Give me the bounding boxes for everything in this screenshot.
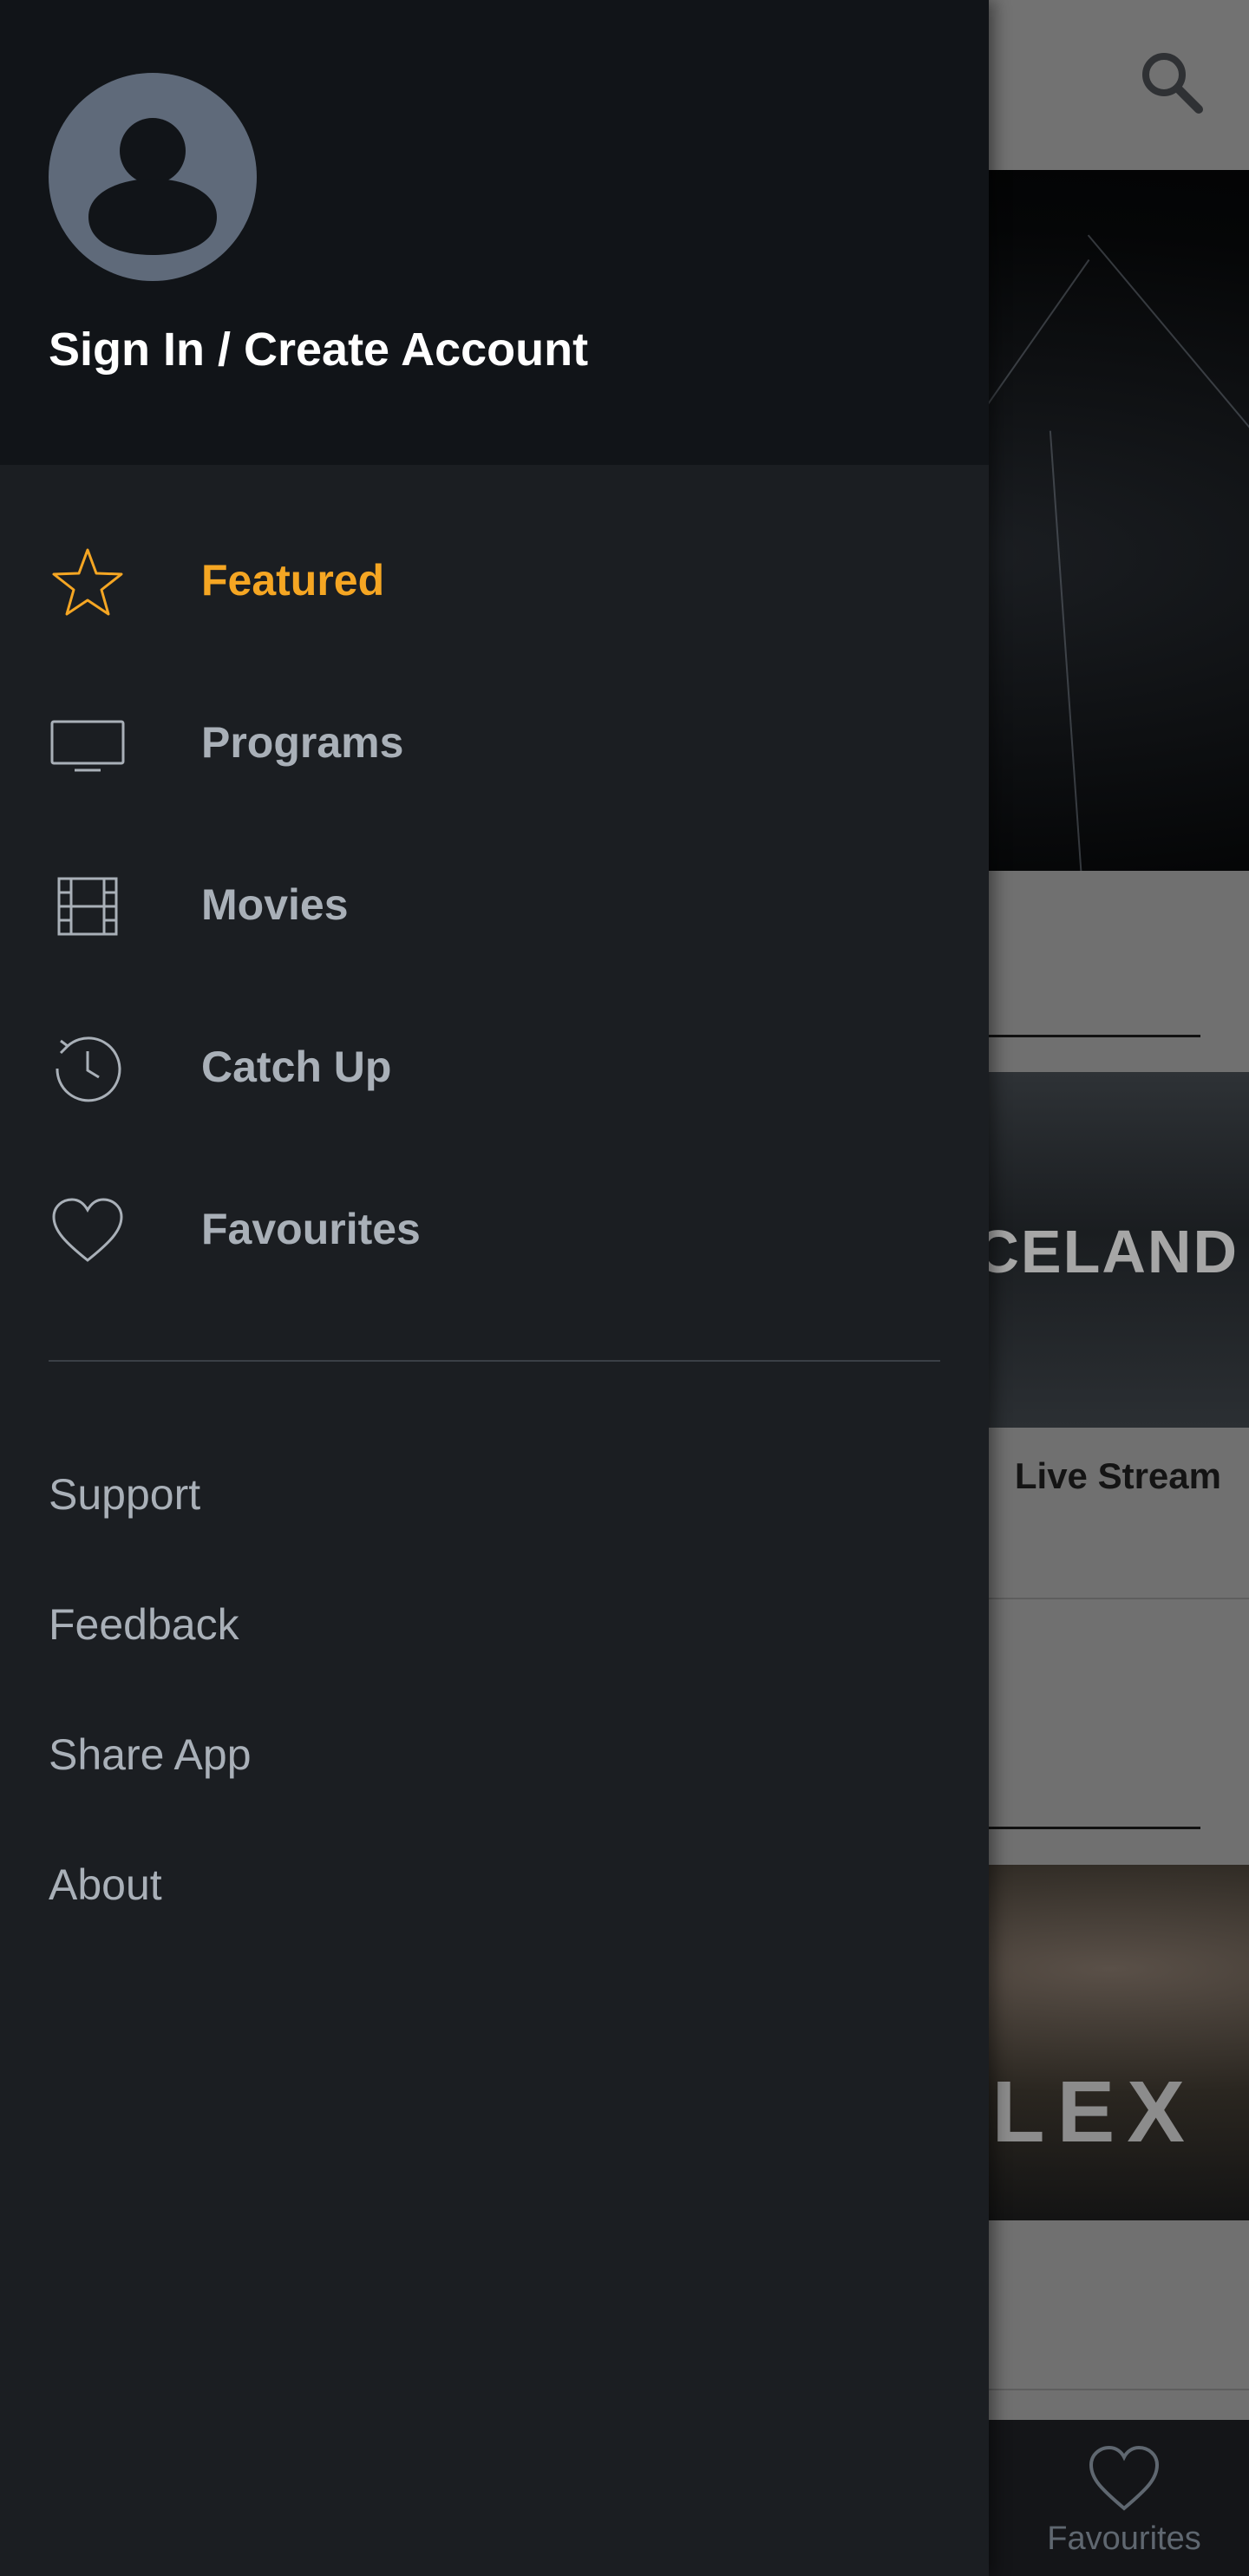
search-icon[interactable]: [1135, 45, 1207, 118]
drawer-header[interactable]: Sign In / Create Account: [0, 0, 989, 465]
card-divider-2: [989, 2389, 1249, 2390]
section-underline-2: [989, 1827, 1200, 1829]
link-label-feedback: Feedback: [49, 1600, 239, 1649]
navigation-drawer: Sign In / Create Account Featured Progra…: [0, 0, 989, 2576]
show-card-title: LEX: [991, 2063, 1197, 2161]
link-feedback[interactable]: Feedback: [49, 1585, 829, 1664]
link-label-support: Support: [49, 1470, 201, 1519]
link-share-app[interactable]: Share App: [49, 1716, 829, 1794]
nav-item-favourites[interactable]: Favourites: [0, 1166, 989, 1296]
live-stream-card-title: CELAND: [975, 1218, 1239, 1285]
nav-item-movies[interactable]: Movies: [0, 841, 989, 971]
tv-icon: [50, 720, 125, 772]
heart-icon: [52, 1198, 123, 1262]
link-label-about: About: [49, 1860, 162, 1909]
nav-label-movies: Movies: [201, 880, 349, 929]
bottom-nav-favourites-label[interactable]: Favourites: [1023, 2520, 1225, 2558]
nav-label-programs: Programs: [201, 718, 404, 767]
nav-label-featured: Featured: [201, 556, 385, 605]
drawer-divider: [49, 1360, 940, 1362]
nav-item-catch-up[interactable]: Catch Up: [0, 1004, 989, 1134]
nav-label-favourites: Favourites: [201, 1205, 421, 1253]
heart-icon[interactable]: [1086, 2444, 1162, 2514]
user-avatar-icon[interactable]: [49, 73, 257, 281]
history-clock-icon: [56, 1036, 121, 1102]
live-stream-caption: Live Stream: [1014, 1455, 1221, 1496]
star-icon: [52, 548, 123, 616]
nav-label-catch-up: Catch Up: [201, 1043, 392, 1091]
nav-item-featured[interactable]: Featured: [0, 517, 989, 647]
nav-item-programs[interactable]: Programs: [0, 679, 989, 809]
section-underline-1: [989, 1035, 1200, 1037]
film-icon: [57, 877, 118, 936]
link-about[interactable]: About: [49, 1846, 829, 1924]
link-support[interactable]: Support: [49, 1455, 829, 1533]
sign-in-create-account[interactable]: Sign In / Create Account: [49, 323, 588, 376]
link-label-share-app: Share App: [49, 1730, 252, 1779]
